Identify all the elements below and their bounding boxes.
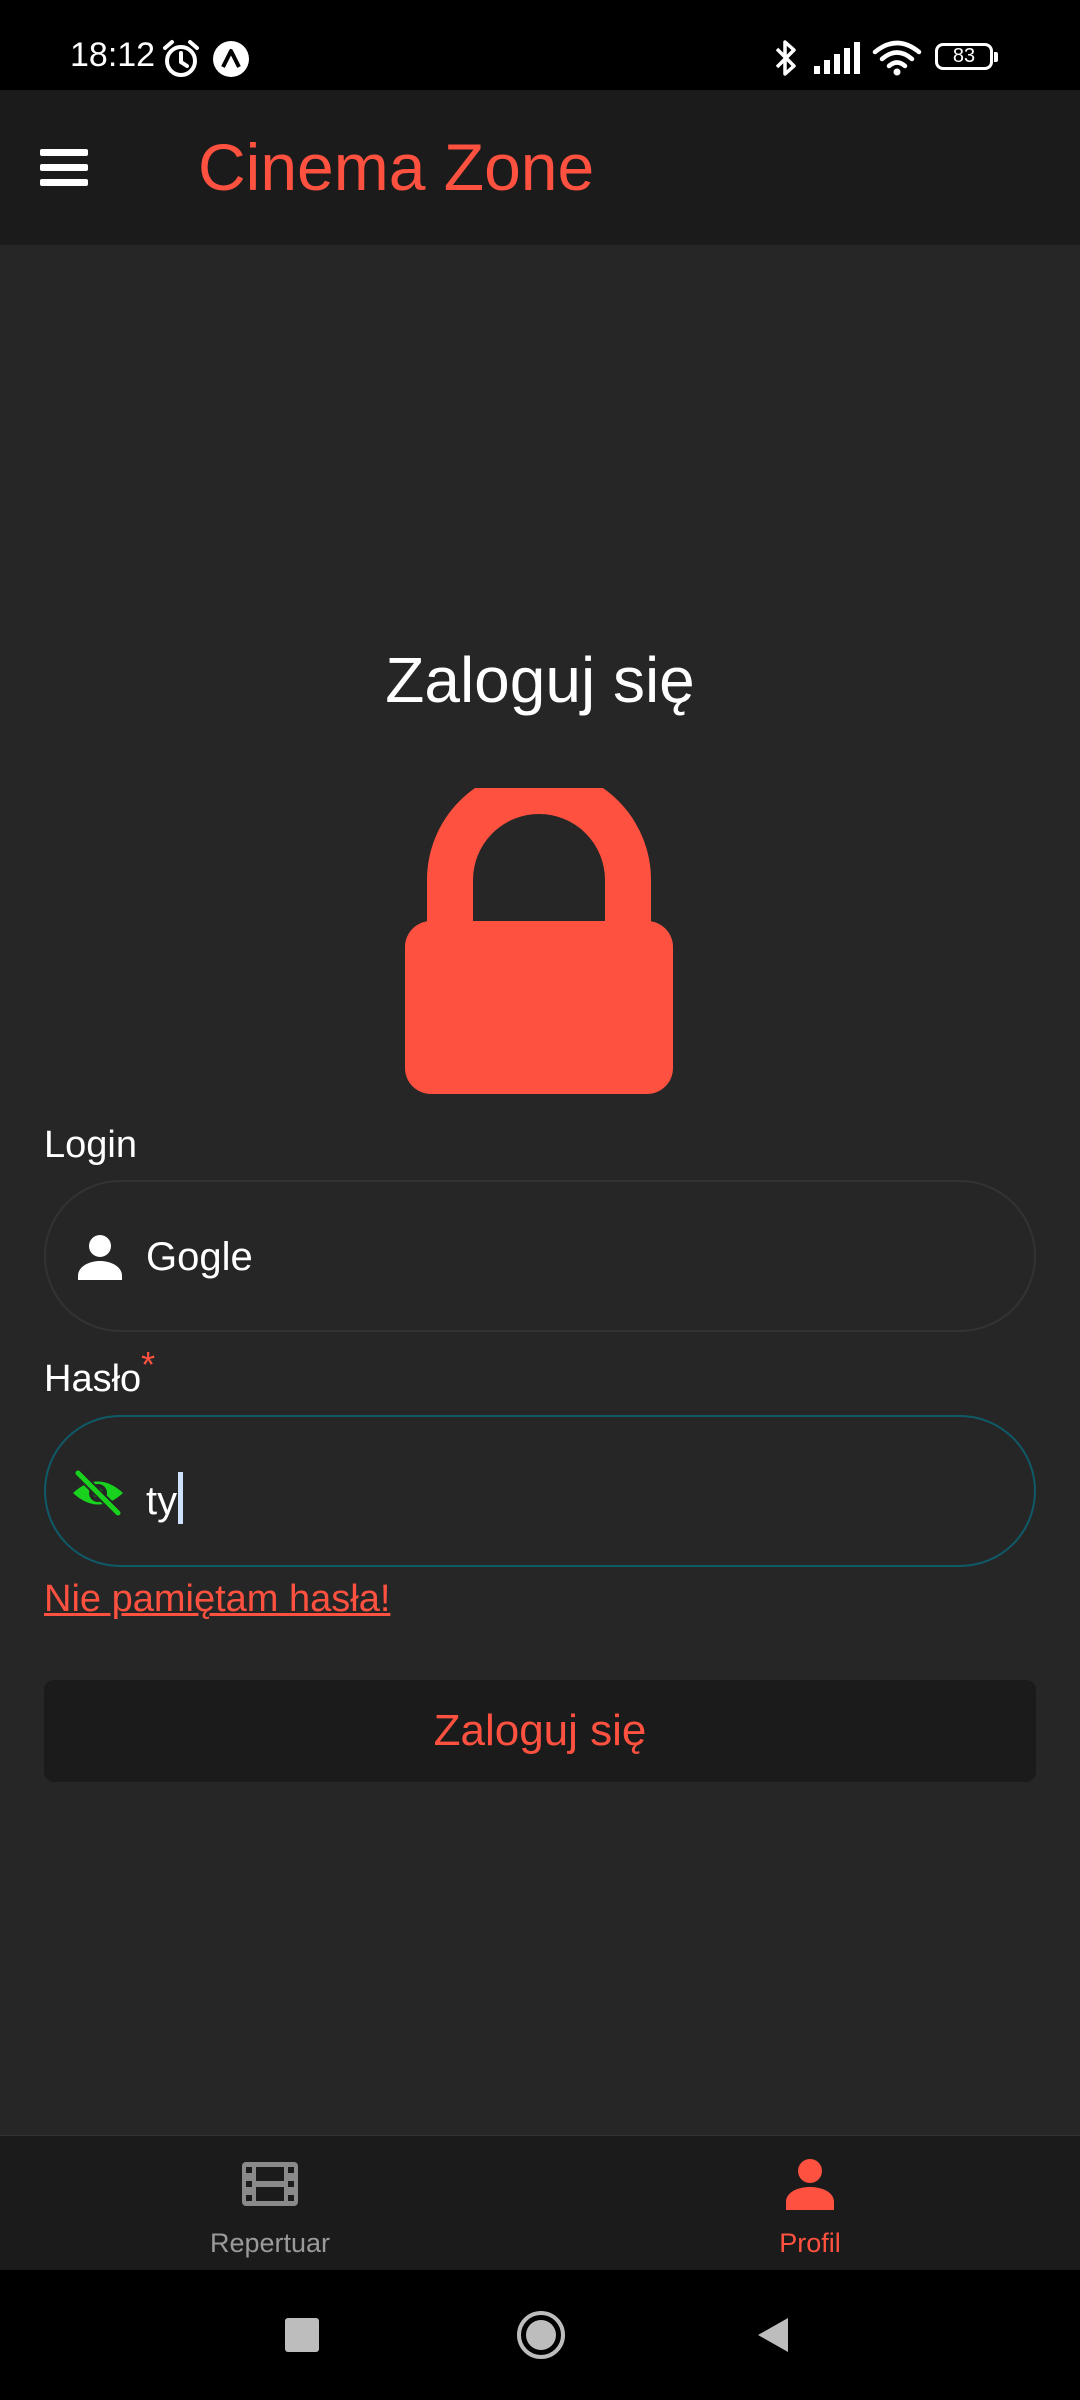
battery-icon: 83: [935, 43, 998, 70]
alarm-icon: [163, 40, 199, 77]
login-value: Gogle: [146, 1235, 253, 1279]
recent-apps-icon[interactable]: [285, 2318, 319, 2352]
person-icon: [786, 2159, 834, 2210]
nav-label-profil: Profil: [779, 2228, 841, 2258]
hamburger-menu-icon[interactable]: [40, 147, 88, 189]
nav-label-repertuar: Repertuar: [209, 2228, 331, 2258]
app-title: Cinema Zone: [198, 130, 595, 204]
wifi-icon: [872, 40, 922, 76]
back-icon[interactable]: [756, 2316, 790, 2354]
person-icon: [78, 1235, 122, 1280]
password-text: ty: [146, 1479, 178, 1523]
required-marker: *: [141, 1344, 156, 1385]
app-notification-icon: [213, 41, 249, 77]
nav-item-profil[interactable]: Profil: [540, 2136, 1080, 2271]
password-label-text: Hasło: [44, 1358, 142, 1400]
login-label: Login: [44, 1124, 137, 1166]
system-nav-bar: [0, 2270, 1080, 2400]
login-field[interactable]: Gogle: [44, 1180, 1036, 1332]
film-icon: [242, 2162, 298, 2206]
home-icon[interactable]: [516, 2310, 566, 2360]
bottom-nav: Repertuar Profil: [0, 2135, 1080, 2271]
signal-icon: [814, 42, 860, 74]
status-bar: 18:12 83: [0, 0, 1080, 90]
password-field[interactable]: ty: [44, 1415, 1036, 1567]
password-value: ty: [146, 1472, 184, 1524]
status-time: 18:12: [70, 36, 156, 74]
page-title: Zaloguj się: [385, 644, 695, 716]
eye-off-icon[interactable]: [70, 1465, 126, 1521]
lock-icon: [405, 788, 673, 1094]
text-cursor: [178, 1472, 184, 1524]
bluetooth-icon: [775, 40, 796, 76]
nav-item-repertuar[interactable]: Repertuar: [0, 2136, 540, 2271]
app-bar: Cinema Zone: [0, 90, 1080, 245]
login-button[interactable]: Zaloguj się: [44, 1680, 1036, 1782]
forgot-password-link[interactable]: Nie pamiętam hasła!: [44, 1580, 390, 1618]
password-label: Hasło*: [44, 1347, 155, 1400]
